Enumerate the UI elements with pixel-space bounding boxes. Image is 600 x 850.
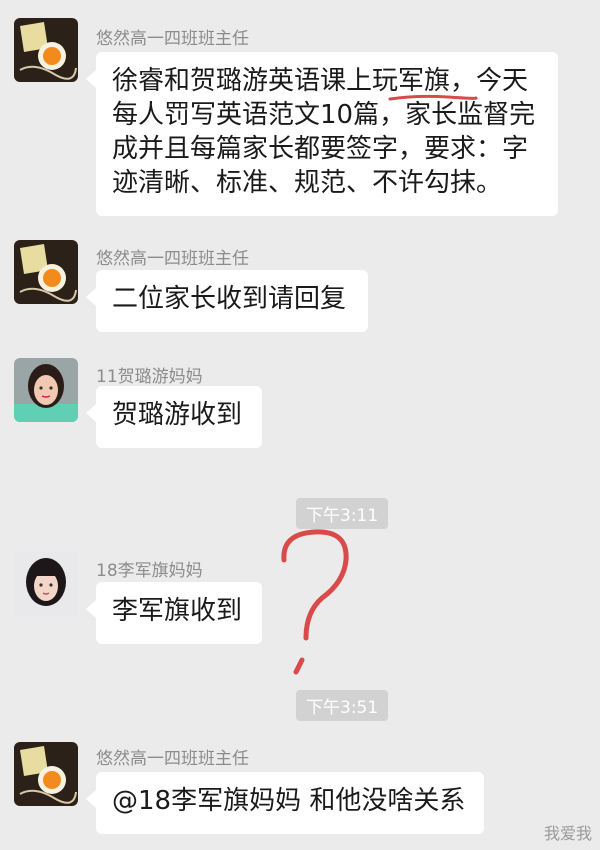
timestamp: 下午3:51: [296, 690, 389, 721]
avatar[interactable]: [14, 742, 78, 806]
avatar-girl-photo: [14, 552, 78, 616]
sender-name: 悠然高一四班班主任: [96, 749, 249, 769]
watermark: 我爱我: [543, 824, 592, 843]
sender-name: 18李军旗妈妈: [96, 561, 203, 581]
message-bubble[interactable]: @18李军旗妈妈 和他没啥关系: [86, 772, 484, 834]
message-line: 成并且每篇家长都要签字，要求：字: [112, 134, 529, 164]
avatar[interactable]: [14, 358, 78, 422]
message-bubble[interactable]: 二位家长收到请回复: [86, 270, 368, 332]
message-bubble[interactable]: 李军旗收到: [86, 582, 262, 644]
avatar[interactable]: [14, 240, 78, 304]
message-line: 贺璐游收到: [112, 400, 243, 430]
sender-name: 11贺璐游妈妈: [96, 367, 203, 387]
message-bubble[interactable]: 贺璐游收到: [86, 386, 262, 448]
sender-name: 悠然高一四班班主任: [96, 29, 249, 49]
avatar-food-image: [14, 742, 78, 806]
avatar-woman-photo: [14, 358, 78, 422]
question-mark-annotation: [281, 529, 349, 675]
avatar[interactable]: [14, 18, 78, 82]
message-line: @18李军旗妈妈 和他没啥关系: [112, 786, 466, 816]
message-line: 李军旗收到: [112, 596, 243, 626]
message-bubble[interactable]: 徐睿和贺璐游英语课上玩军旗，今天 每人罚写英语范文10篇，家长监督完 成并且每篇…: [86, 52, 558, 216]
avatar[interactable]: [14, 552, 78, 616]
message-line: 二位家长收到请回复: [112, 284, 347, 314]
red-underline-mark: [388, 94, 478, 101]
avatar-food-image: [14, 240, 78, 304]
sender-name: 悠然高一四班班主任: [96, 249, 249, 269]
message-line: 迹清晰、标准、规范、不许勾抹。: [112, 168, 503, 198]
avatar-food-image: [14, 18, 78, 82]
